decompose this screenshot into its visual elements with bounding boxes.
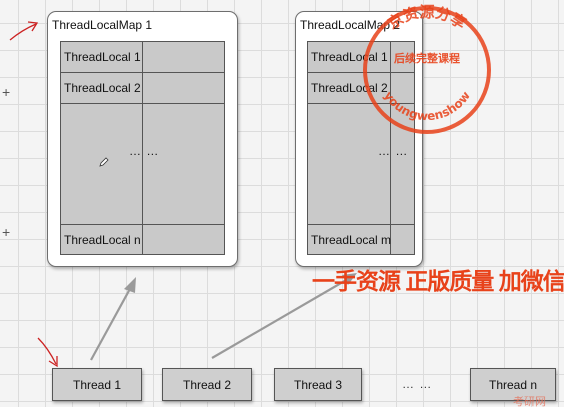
threadlocalmap-1: ThreadLocalMap 1 ThreadLocal 1 ThreadLoc… bbox=[47, 11, 238, 267]
stamp-bottom-text: youngwenshow bbox=[381, 89, 473, 124]
thread-box: Thread 3 bbox=[274, 368, 362, 401]
threads-ellipsis: … … bbox=[402, 377, 433, 391]
watermark-stamp: 京资源分享 后续完整课程 youngwenshow bbox=[363, 3, 491, 134]
map-row: ThreadLocal n bbox=[61, 224, 224, 255]
stamp-top-text: 京资源分享 bbox=[385, 3, 470, 33]
stamp-middle-text: 后续完整课程 bbox=[394, 51, 460, 65]
pencil-cursor-icon bbox=[99, 157, 109, 167]
margin-mark: + bbox=[2, 224, 11, 240]
map-row: ThreadLocal 2 bbox=[61, 73, 224, 104]
rows-ellipsis: … … bbox=[129, 144, 160, 158]
thread-box: Thread 1 bbox=[52, 368, 142, 401]
svg-text:youngwenshow: youngwenshow bbox=[381, 89, 473, 124]
svg-text:京资源分享: 京资源分享 bbox=[385, 3, 470, 33]
thread-box: Thread 2 bbox=[162, 368, 252, 401]
map-grid: ThreadLocal 1 ThreadLocal 2 … … ThreadLo… bbox=[60, 41, 225, 255]
footer-logo: 考研网 bbox=[513, 396, 546, 407]
margin-mark: + bbox=[2, 84, 11, 100]
rows-ellipsis: … … bbox=[378, 144, 409, 158]
map-row: ThreadLocal 1 bbox=[61, 42, 224, 73]
watermark-banner: 一手资源 正版质量 加微信yc bbox=[312, 268, 564, 294]
map-title: ThreadLocalMap 1 bbox=[52, 18, 153, 32]
map-row: ThreadLocal m bbox=[308, 224, 414, 255]
